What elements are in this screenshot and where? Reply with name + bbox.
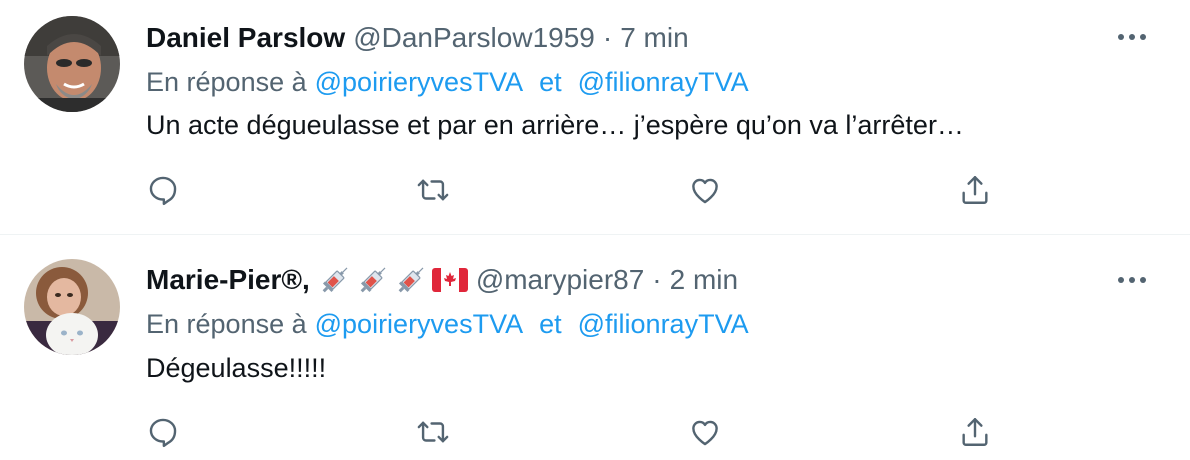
timestamp[interactable]: 2 min	[670, 264, 738, 296]
mention-link[interactable]: @filionrayTVA	[578, 67, 749, 98]
woman-with-cat-avatar-icon	[24, 259, 120, 355]
more-options-button[interactable]	[1112, 265, 1152, 295]
user-handle[interactable]: @DanParslow1959	[353, 22, 595, 54]
display-name[interactable]: Daniel Parslow	[146, 22, 345, 54]
syringe-icon	[322, 267, 348, 293]
like-icon	[692, 420, 718, 446]
like-button[interactable]	[685, 170, 725, 210]
reply-context: En réponse à @poirieryvesTVA et @filionr…	[146, 64, 749, 100]
syringe-icon	[360, 267, 386, 293]
tweet-actions	[0, 412, 1190, 452]
reply-button[interactable]	[143, 412, 183, 452]
canada-flag-icon	[431, 268, 468, 292]
tweet-text: Un acte dégueulasse et par en arrière… j…	[146, 110, 964, 140]
mention-link[interactable]: @filionrayTVA	[578, 309, 749, 340]
share-icon	[962, 418, 988, 446]
more-options-button[interactable]	[1112, 22, 1152, 52]
reply-prefix: En réponse à	[146, 66, 307, 97]
share-button[interactable]	[955, 412, 995, 452]
tweet-header: Marie-Pier®, @marypier87 · 2 min	[146, 262, 738, 298]
tweet[interactable]: Marie-Pier®, @marypier87 · 2 min En répo…	[0, 236, 1190, 460]
reply-button[interactable]	[143, 170, 183, 210]
separator-dot: ·	[652, 264, 662, 295]
tweet-header: Daniel Parslow @DanParslow1959 · 7 min	[146, 20, 689, 56]
more-icon	[1118, 34, 1146, 40]
display-name[interactable]: Marie-Pier®,	[146, 264, 310, 296]
avatar[interactable]	[24, 259, 120, 355]
reply-conjunction[interactable]: et	[539, 309, 562, 340]
name-emojis	[318, 263, 468, 297]
tweet-actions	[0, 170, 1190, 210]
user-handle[interactable]: @marypier87	[476, 264, 644, 296]
like-icon	[692, 178, 718, 204]
retweet-button[interactable]	[413, 412, 453, 452]
retweet-button[interactable]	[413, 170, 453, 210]
timestamp[interactable]: 7 min	[620, 22, 688, 54]
reply-conjunction[interactable]: et	[539, 67, 562, 98]
tweet-text: Dégeulasse!!!!!	[146, 353, 327, 383]
reply-prefix: En réponse à	[146, 308, 307, 339]
share-icon	[962, 176, 988, 204]
like-button[interactable]	[685, 412, 725, 452]
reply-icon	[149, 176, 177, 206]
reply-icon	[149, 418, 177, 448]
tweet[interactable]: Daniel Parslow @DanParslow1959 · 7 min E…	[0, 0, 1190, 235]
share-button[interactable]	[955, 170, 995, 210]
separator-dot: ·	[602, 22, 613, 53]
retweet-icon	[417, 179, 449, 201]
retweet-icon	[417, 421, 449, 443]
mention-link[interactable]: @poirieryvesTVA	[315, 309, 523, 340]
mention-link[interactable]: @poirieryvesTVA	[315, 67, 523, 98]
more-icon	[1118, 277, 1146, 283]
avatar[interactable]	[24, 16, 120, 112]
man-avatar-icon	[24, 16, 120, 112]
reply-context: En réponse à @poirieryvesTVA et @filionr…	[146, 306, 749, 342]
syringe-icon	[398, 267, 424, 293]
